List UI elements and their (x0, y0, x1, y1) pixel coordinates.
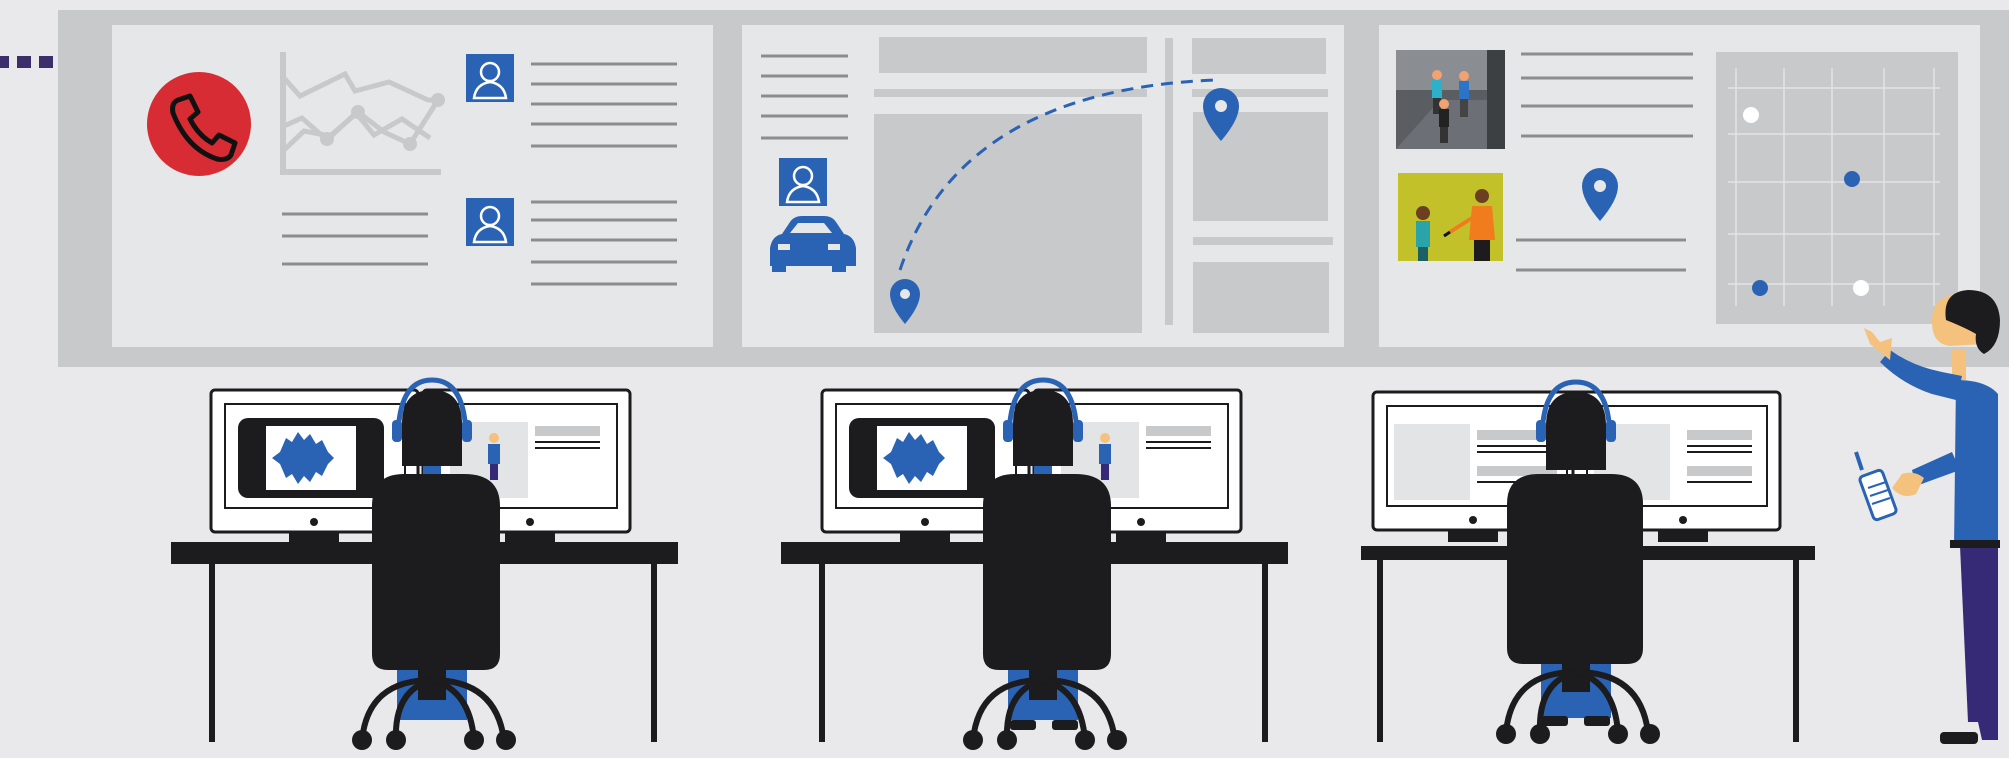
workstation-3 (1361, 379, 1815, 744)
contact-card-icon (466, 198, 514, 246)
grid-map (1716, 52, 1958, 324)
audio-waveform-screen (238, 418, 384, 498)
contact-card-icon (466, 54, 514, 102)
audio-waveform-screen (849, 418, 995, 498)
photo-people (1398, 173, 1503, 261)
dispatch-center-scene (0, 10, 2009, 750)
phone-icon (147, 72, 251, 176)
connector-dots (0, 56, 53, 68)
contact-card-icon (779, 158, 827, 206)
evidence-panel (1379, 25, 1980, 347)
dispatch-map-panel (742, 25, 1344, 347)
workstation-2 (781, 377, 1288, 750)
walkie-talkie-icon (1854, 451, 1898, 522)
workstation-1 (171, 377, 678, 750)
call-panel (112, 25, 713, 347)
photo-street (1396, 50, 1505, 149)
